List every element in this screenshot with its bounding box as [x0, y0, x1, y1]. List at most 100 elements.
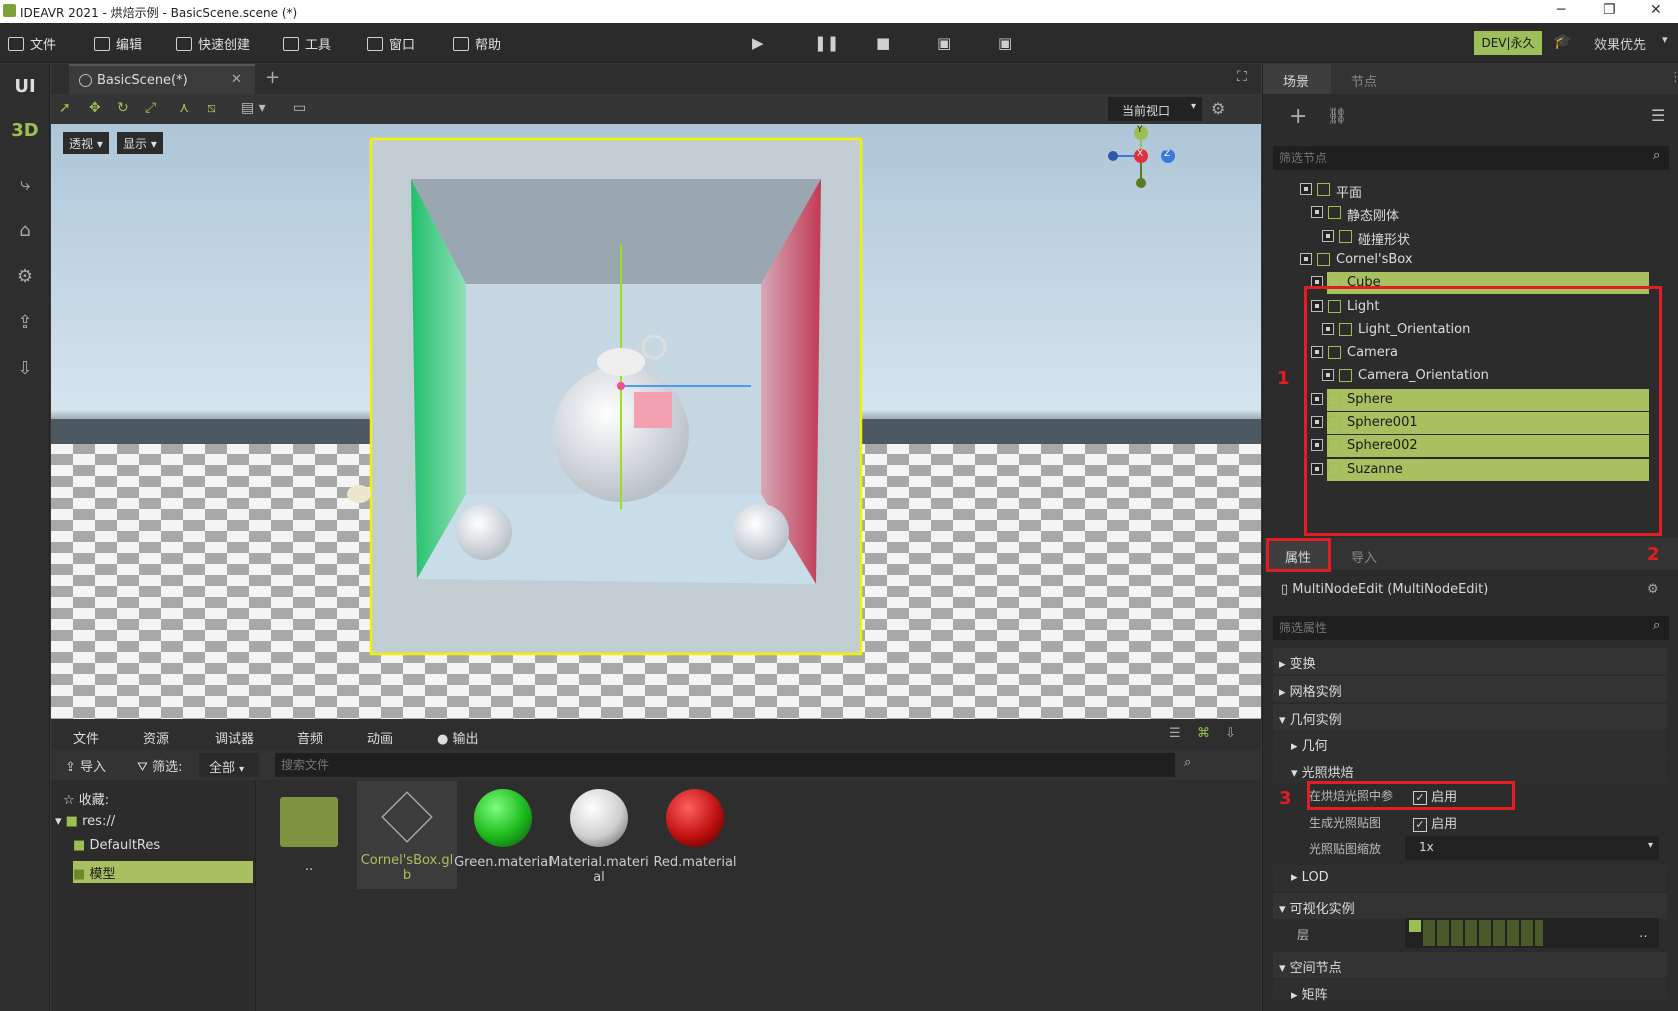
tab-scene[interactable]: 场景: [1263, 64, 1331, 94]
tab-basic-scene[interactable]: BasicScene(*) ✕: [69, 64, 255, 94]
graduation-cap-icon[interactable]: 🎓: [1553, 32, 1572, 50]
layer-grid[interactable]: ‥: [1405, 918, 1659, 948]
close-icon[interactable]: ✕: [1650, 2, 1662, 18]
more-icon[interactable]: ⋮: [1669, 70, 1678, 85]
gear-icon[interactable]: ⚙: [1211, 99, 1225, 118]
section-geometry[interactable]: ▸ 几何: [1273, 730, 1667, 756]
tab-node[interactable]: 节点: [1351, 71, 1377, 90]
pause-icon[interactable]: ❚❚: [814, 34, 839, 52]
license-badge[interactable]: DEV|永久: [1474, 31, 1542, 55]
visibility-checkbox[interactable]: [1300, 252, 1312, 265]
download-icon[interactable]: ⇩: [1225, 726, 1236, 741]
orientation-gizmo[interactable]: Y X Z: [1103, 124, 1183, 194]
camera-preview-icon[interactable]: ▭: [293, 100, 306, 116]
section-spatial[interactable]: ▾ 空间节点: [1273, 952, 1667, 978]
section-light-bake[interactable]: ▾ 光照烘焙: [1273, 757, 1667, 783]
layer-cells[interactable]: [1423, 920, 1543, 946]
menu-quick-create[interactable]: 快速创建: [176, 34, 250, 53]
tab-resources[interactable]: 资源: [143, 723, 169, 749]
visibility-checkbox[interactable]: [1311, 206, 1323, 219]
asset-parent-folder[interactable]: ..: [259, 789, 359, 874]
visibility-checkbox[interactable]: [1300, 183, 1312, 195]
quality-mode[interactable]: 效果优先: [1594, 34, 1646, 53]
search-icon[interactable]: ⌕: [1653, 148, 1660, 163]
grid-view-icon[interactable]: ⌘: [1197, 726, 1210, 741]
fullscreen-icon[interactable]: ⛶: [1237, 69, 1247, 85]
section-visual-instance[interactable]: ▾ 可视化实例: [1273, 893, 1667, 919]
import-button[interactable]: ⇪ 导入: [65, 756, 106, 775]
favorites-item[interactable]: ☆ 收藏:: [63, 789, 109, 808]
scale-tool-icon[interactable]: ⤢: [145, 100, 156, 116]
section-geometry-instance[interactable]: ▾ 几何实例: [1273, 704, 1667, 730]
menu-window[interactable]: 窗口: [367, 34, 415, 53]
asset-red-material[interactable]: Red.material: [645, 789, 745, 870]
menu-tools[interactable]: 工具: [283, 34, 331, 53]
chevron-down-icon[interactable]: ▾: [1662, 33, 1668, 46]
menu-icon[interactable]: ☰: [1651, 106, 1665, 125]
ui-mode-button[interactable]: UI: [0, 76, 50, 97]
list-view-icon[interactable]: ☰: [1169, 726, 1181, 741]
rotate-tool-icon[interactable]: ↻: [117, 100, 129, 116]
play-custom-scene-icon[interactable]: ▣: [998, 34, 1012, 52]
default-res-folder[interactable]: ■ DefaultRes: [73, 838, 160, 853]
tab-import[interactable]: 导入: [1351, 547, 1377, 566]
search-icon[interactable]: ⌕: [1653, 618, 1660, 633]
section-transform[interactable]: ▸ 变换: [1273, 648, 1667, 674]
filter-select[interactable]: 全部 ▾: [199, 753, 259, 777]
asset-cornels-box[interactable]: Cornel'sBox.glb: [357, 781, 457, 889]
menu-edit[interactable]: 编辑: [94, 34, 142, 53]
move-tool-icon[interactable]: ✥: [89, 100, 101, 116]
res-folder[interactable]: ▾ ■ res://: [55, 814, 115, 829]
asset-material[interactable]: Material.material: [549, 789, 649, 885]
more-icon[interactable]: ‥: [1639, 926, 1648, 941]
maximize-icon[interactable]: ❐: [1603, 2, 1616, 18]
tab-animation[interactable]: 动画: [367, 723, 393, 749]
filter-nodes-input[interactable]: [1273, 146, 1669, 170]
menu-file[interactable]: 文件: [8, 34, 56, 53]
models-folder[interactable]: ■ 模型: [73, 861, 253, 883]
add-node-icon[interactable]: +: [1289, 104, 1307, 129]
settings-panel-icon[interactable]: ⚙: [0, 266, 50, 287]
section-mesh-instance[interactable]: ▸ 网格实例: [1273, 676, 1667, 702]
select-tool-icon[interactable]: ➚: [59, 100, 71, 116]
play-scene-icon[interactable]: ▣: [937, 34, 951, 52]
layer-cell-active[interactable]: [1409, 920, 1421, 932]
scene-tree-node[interactable]: Cornel'sBox: [1263, 248, 1673, 272]
scene-tree-node[interactable]: 平面: [1263, 178, 1673, 202]
export-icon[interactable]: ⇪: [0, 312, 50, 333]
perspective-button[interactable]: 透视 ▾: [63, 132, 109, 154]
store-icon[interactable]: ⌂: [0, 220, 50, 241]
scene-tree-node[interactable]: 静态刚体: [1263, 201, 1673, 225]
stop-icon[interactable]: ■: [876, 34, 890, 52]
search-files-input[interactable]: [275, 753, 1175, 777]
tab-files[interactable]: 文件: [73, 723, 99, 749]
scene-tree-node[interactable]: 碰撞形状: [1263, 225, 1673, 249]
visibility-checkbox[interactable]: [1322, 229, 1334, 242]
local-space-icon[interactable]: ⋏: [179, 100, 189, 116]
import-icon[interactable]: ⇩: [0, 358, 50, 379]
display-button[interactable]: 显示 ▾: [117, 132, 163, 154]
search-icon[interactable]: ⌕: [1184, 755, 1191, 770]
minimize-icon[interactable]: ─: [1557, 2, 1565, 18]
link-icon[interactable]: ⛓: [1327, 106, 1347, 125]
tab-output[interactable]: ● 输出: [437, 723, 479, 749]
path-tool-icon[interactable]: ⤷: [0, 174, 50, 195]
tune-icon[interactable]: ⚙: [1647, 582, 1659, 597]
tab-debugger[interactable]: 调试器: [215, 723, 254, 749]
view-select[interactable]: 当前视口 ▾: [1108, 97, 1202, 121]
section-lod[interactable]: ▸ LOD: [1273, 865, 1667, 891]
3d-viewport[interactable]: 透视 ▾ 显示 ▾ Y X Z: [51, 124, 1261, 719]
tab-audio[interactable]: 音频: [297, 723, 323, 749]
snap-icon[interactable]: ⧅: [207, 100, 216, 116]
play-icon[interactable]: ▶: [752, 34, 764, 52]
filter-properties-input[interactable]: [1273, 616, 1669, 640]
section-matrix[interactable]: ▸ 矩阵: [1273, 979, 1667, 1003]
transform-menu-icon[interactable]: ▤ ▾: [241, 100, 266, 116]
menu-help[interactable]: 帮助: [453, 34, 501, 53]
close-tab-icon[interactable]: ✕: [231, 72, 242, 87]
gen-lightmap-checkbox[interactable]: ✓ 启用: [1413, 813, 1457, 832]
lightmap-scale-select[interactable]: 1x ▾: [1405, 836, 1659, 860]
add-tab-icon[interactable]: +: [265, 67, 280, 88]
3d-mode-button[interactable]: 3D: [0, 120, 50, 141]
asset-green-material[interactable]: Green.material: [453, 789, 553, 870]
